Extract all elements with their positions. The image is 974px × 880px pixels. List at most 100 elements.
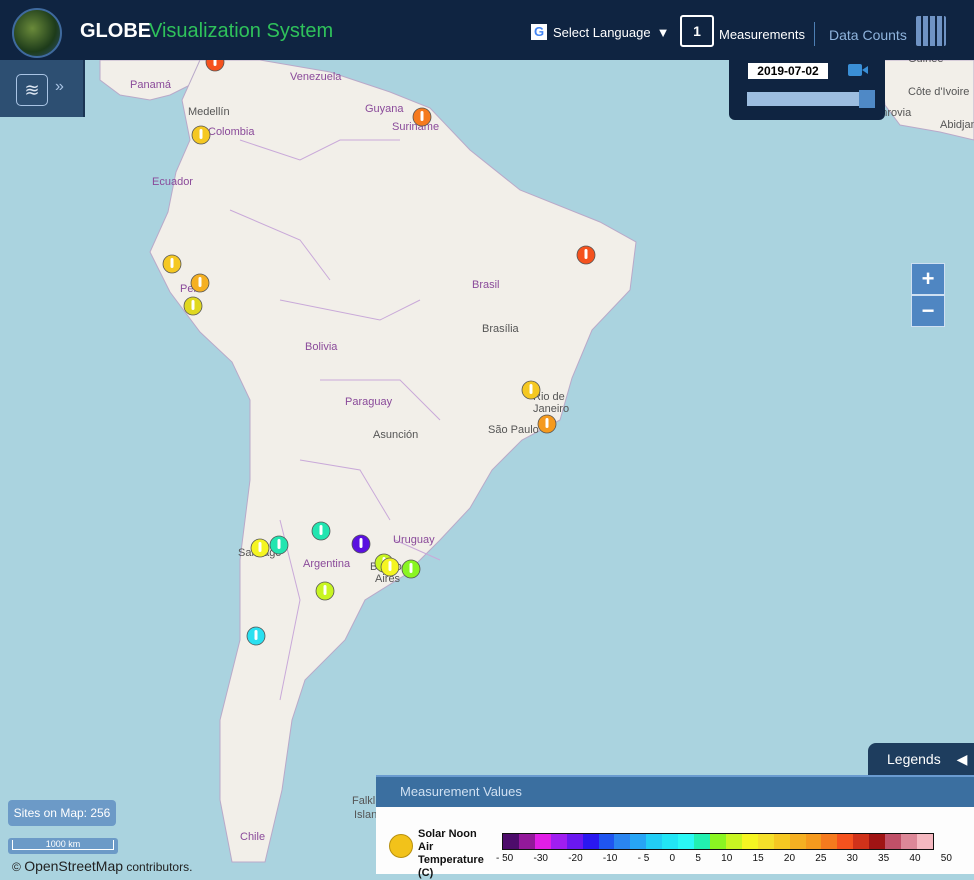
color-swatch [662,834,679,849]
tick-label: - 5 [637,853,650,864]
expand-chevron-icon[interactable]: » [55,78,64,96]
thermometer-marker[interactable] [521,380,541,400]
calendar-grid-icon[interactable] [916,16,946,46]
thermometer-marker[interactable] [269,535,289,555]
legends-toggle[interactable]: Legends ◀ [868,743,974,775]
color-swatch [821,834,838,849]
map-label: Brasília [482,323,520,335]
color-swatch [709,834,726,849]
legend-panel: Measurement Values Solar Noon Air Temper… [376,775,974,879]
map-label: Argentina [303,558,351,570]
color-swatch [789,834,806,849]
tick-label: 25 [815,853,827,864]
color-swatch [566,834,583,849]
color-swatch [582,834,599,849]
thermometer-marker[interactable] [311,521,331,541]
color-swatch [678,834,695,849]
color-swatch [630,834,647,849]
app-subtitle: Visualization System [149,20,334,42]
dropdown-arrow-icon: ▼ [656,24,670,40]
map-label: Asunción [373,429,418,441]
map-label: Uruguay [393,534,435,546]
scale-bar: 1000 km [8,838,118,854]
thermometer-marker[interactable] [191,125,211,145]
layers-icon[interactable]: ≋ [16,74,48,106]
map-label: Guyana [365,103,404,115]
thermometer-marker[interactable] [190,273,210,293]
google-icon: G [531,24,547,40]
map-label: Bolivia [305,341,338,353]
map-canvas[interactable]: CaracasPanamáVenezuelaMedellínColombiaGu… [0,0,974,872]
color-swatch [805,834,822,849]
language-select[interactable]: G Select Language ▼ [531,24,669,40]
color-swatch [885,834,902,849]
video-camera-icon[interactable] [848,64,868,76]
color-swatch [853,834,870,849]
data-counts-tab[interactable]: Data Counts [829,27,907,43]
thermometer-marker[interactable] [250,538,270,558]
globe-logo[interactable] [12,8,62,58]
map-label: Falkl [352,795,375,807]
color-swatch [916,834,933,849]
map-label: Chile [240,831,265,843]
tick-label: 50 [940,853,952,864]
app-header: GLOBE Visualization System G Select Lang… [0,0,974,60]
tick-label: 15 [752,853,764,864]
zoom-in-button[interactable]: + [911,263,945,295]
sites-count-badge: Sites on Map: 256 [8,800,116,826]
color-swatch [646,834,663,849]
language-label: Select Language [553,24,651,40]
color-swatch [503,834,519,849]
thermometer-marker[interactable] [162,254,182,274]
legend-header: Measurement Values [376,777,974,807]
color-swatch [869,834,886,849]
map-label: Janeiro [533,403,569,415]
map-label: Brasil [472,279,500,291]
map-label: Paraguay [345,396,393,408]
color-scale-bar [502,833,934,850]
tick-label: 40 [909,853,921,864]
layers-panel: ≋ » [0,60,85,117]
thermometer-marker[interactable] [412,107,432,127]
thermometer-marker[interactable] [315,581,335,601]
date-field[interactable]: 2019-07-02 [748,63,828,79]
tick-label: 0 [669,853,676,864]
legends-label: Legends [887,751,941,767]
map-label: Panamá [130,79,172,91]
color-swatch [757,834,774,849]
thermometer-marker[interactable] [351,534,371,554]
zoom-out-button[interactable]: − [911,295,945,327]
thermometer-marker[interactable] [183,296,203,316]
tick-label: 35 [878,853,890,864]
thermometer-marker[interactable] [537,414,557,434]
tick-label: 20 [783,853,796,864]
thermometer-marker[interactable] [576,245,596,265]
tick-label: 10 [721,853,733,864]
calendar-thermometer-icon[interactable]: 1 [680,15,714,47]
thermometer-marker[interactable] [380,557,400,577]
tick-label: 30 [846,853,858,864]
map-label: Colombia [208,126,255,138]
color-swatch [518,834,535,849]
color-swatch [773,834,790,849]
tick-label: 5 [695,853,701,864]
tick-label: -20 [568,853,583,864]
slider-thumb[interactable] [859,90,875,108]
scale-label: 1000 km [12,840,114,850]
color-swatch [901,834,917,849]
map-label: Medellín [188,106,230,118]
thermometer-marker[interactable] [246,626,266,646]
color-swatch [741,834,758,849]
tick-label: -30 [533,853,548,864]
app-title: GLOBE [80,20,152,42]
thermometer-icon [389,834,413,858]
map-label: Venezuela [290,71,342,83]
timeline-panel: 2019-07-02 [729,60,885,120]
thermometer-marker[interactable] [401,559,421,579]
color-swatch [598,834,615,849]
measurements-tab[interactable]: Measurements [719,27,805,42]
date-slider[interactable] [747,90,875,108]
tick-label: -10 [602,853,618,864]
color-swatch [550,834,567,849]
map-label: São Paulo [488,424,539,436]
